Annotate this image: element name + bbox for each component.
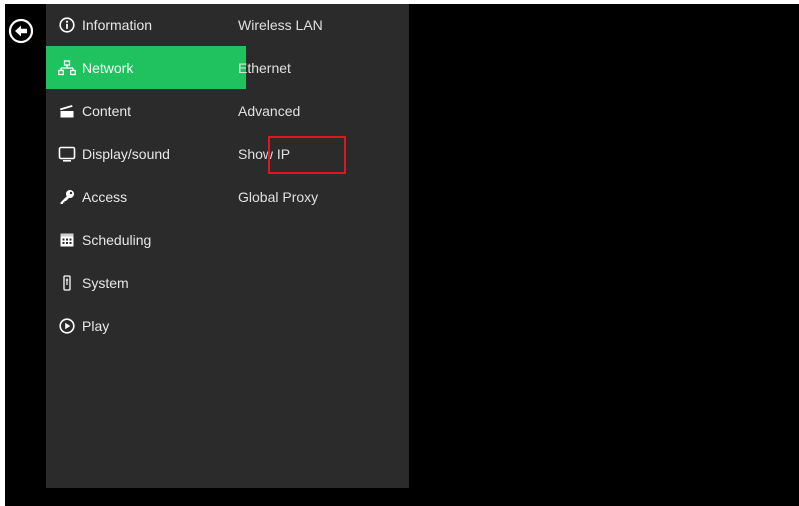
menu-item-label: Play xyxy=(82,317,110,334)
menu-item-system[interactable]: System xyxy=(46,261,246,304)
menu-item-content[interactable]: Content xyxy=(46,89,246,132)
play-circle-icon xyxy=(58,317,76,335)
submenu-item-label: Advanced xyxy=(238,102,301,119)
menu-item-label: Display/sound xyxy=(82,145,170,162)
menu-item-network[interactable]: Network xyxy=(46,46,246,89)
submenu-item-ethernet[interactable]: Ethernet xyxy=(238,46,409,89)
key-icon xyxy=(58,188,76,206)
submenu-item-global-proxy[interactable]: Global Proxy xyxy=(238,175,409,218)
monitor-icon xyxy=(58,145,76,163)
menu-item-label: Content xyxy=(82,102,132,119)
menu-item-label: Information xyxy=(82,17,153,33)
submenu-item-label: Ethernet xyxy=(238,59,291,76)
menu-item-access[interactable]: Access xyxy=(46,175,246,218)
info-circle-icon xyxy=(58,16,76,34)
submenu-item-label: Global Proxy xyxy=(238,188,319,205)
back-button[interactable] xyxy=(8,18,34,44)
network-icon xyxy=(58,59,76,77)
main-menu: Information Network Content Display/soun… xyxy=(46,4,246,347)
menu-item-scheduling[interactable]: Scheduling xyxy=(46,218,246,261)
menu-item-play[interactable]: Play xyxy=(46,304,246,347)
menu-item-label: System xyxy=(82,274,129,291)
submenu-item-label: Wireless LAN xyxy=(238,17,323,33)
clapperboard-icon xyxy=(58,102,76,120)
menu-item-information[interactable]: Information xyxy=(46,4,246,46)
screen: Information Network Content Display/soun… xyxy=(5,4,799,506)
settings-panel: Information Network Content Display/soun… xyxy=(46,4,409,488)
arrow-left-circle-icon xyxy=(8,18,34,44)
device-icon xyxy=(58,274,76,292)
submenu-item-advanced[interactable]: Advanced xyxy=(238,89,409,132)
menu-item-label: Scheduling xyxy=(82,231,152,248)
menu-item-display-sound[interactable]: Display/sound xyxy=(46,132,246,175)
menu-item-label: Access xyxy=(82,188,128,205)
menu-item-label: Network xyxy=(82,59,134,76)
calendar-icon xyxy=(58,231,76,249)
submenu-item-show-ip[interactable]: Show IP xyxy=(238,132,409,175)
network-submenu: Wireless LAN Ethernet Advanced Show IP G… xyxy=(238,4,409,218)
submenu-item-label: Show IP xyxy=(238,145,291,162)
submenu-item-wireless-lan[interactable]: Wireless LAN xyxy=(238,4,409,46)
